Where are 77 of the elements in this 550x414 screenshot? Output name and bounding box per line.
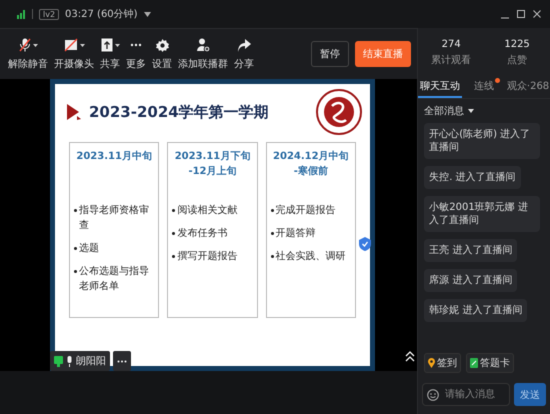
bullet-icon <box>270 255 274 258</box>
bullet-icon <box>74 270 77 273</box>
stat-label: 累计观看 <box>431 54 472 67</box>
more-icon <box>117 360 127 362</box>
bullet-icon <box>172 209 176 212</box>
task-item: 公布选题与指导老师名单 <box>79 264 150 294</box>
card-heading: 2024.12月中旬 <box>273 150 349 164</box>
mic-tool-button[interactable]: 解除静音 <box>8 38 48 70</box>
more-button[interactable] <box>113 351 131 371</box>
caret-icon[interactable] <box>468 109 474 113</box>
card-heading: -12月上旬 <box>188 164 237 179</box>
stat-value: 274 <box>442 39 461 50</box>
camera-tool-button[interactable]: 开摄像头 <box>54 38 94 70</box>
answer-card-button[interactable]: 答题卡 <box>466 353 514 373</box>
bullet-icon <box>74 209 77 212</box>
panel-tab[interactable]: 观众·268 <box>506 78 550 98</box>
message-filter[interactable]: 全部消息 <box>424 104 464 118</box>
camera-off-icon <box>64 38 78 52</box>
chat-message: 开心心(陈老师) 进入了直播间 <box>424 123 540 159</box>
presenter-name: 朗阳阳 <box>76 354 106 368</box>
maximize-icon[interactable] <box>516 9 526 19</box>
live-duration: 03:27 (60分钟) <box>65 8 138 21</box>
card-heading: -寒假前 <box>294 164 328 179</box>
share-screen-tool-button[interactable]: 共享 <box>100 38 120 70</box>
task-item: 阅读相关文献 <box>177 204 238 218</box>
checkin-button[interactable]: 签到 <box>424 353 462 373</box>
send-button[interactable]: 发送 <box>514 383 546 406</box>
slide-title: 2023-2024学年第一学期 <box>89 102 269 122</box>
more-icon <box>130 43 142 47</box>
card-icon <box>470 358 478 368</box>
panel-tab[interactable]: 连线 <box>462 78 506 98</box>
signal-icon <box>16 9 26 19</box>
upload-screen-icon <box>100 38 112 52</box>
double-chevron-up-icon[interactable] <box>405 351 415 362</box>
bullet-icon <box>74 247 77 250</box>
chat-message: 小敏2001班郭元娜 进入了直播间 <box>424 196 540 232</box>
logo-icon <box>316 89 362 135</box>
stat-value: 1225 <box>504 39 530 50</box>
task-item: 开题答辩 <box>276 226 316 241</box>
stat-label: 点赞 <box>507 54 528 67</box>
bullet-icon <box>172 255 176 258</box>
share-arrow-icon <box>238 38 250 52</box>
chat-message: 失控. 进入了直播间 <box>424 166 521 189</box>
task-item: 社会实践、调研 <box>276 250 346 264</box>
muted-microphone-icon <box>18 38 30 52</box>
task-item: 发布任务书 <box>177 226 228 241</box>
close-icon[interactable] <box>532 9 542 19</box>
more-tool-button[interactable]: 更多 <box>126 38 146 70</box>
chat-message: 席源 进入了直播间 <box>424 269 518 292</box>
task-item: 指导老师资格审查 <box>79 204 150 233</box>
microphone-icon <box>66 356 73 366</box>
settings-icon <box>156 38 168 52</box>
chat-message: 韩珍妮 进入了直播间 <box>424 299 528 322</box>
settings-tool-button[interactable]: 设置 <box>152 38 172 70</box>
pause-button[interactable]: 暂停 <box>311 41 350 67</box>
chat-message: 王亮 进入了直播间 <box>424 239 518 262</box>
add-person-icon <box>196 38 210 52</box>
emoji-icon[interactable] <box>427 388 440 400</box>
shield-icon[interactable] <box>359 237 371 251</box>
level-badge: lv2 <box>39 8 60 20</box>
triangle-icon <box>67 104 81 120</box>
panel-tab[interactable]: 聊天互动 <box>418 78 462 98</box>
message-field[interactable]: 请输入消息 <box>422 383 510 406</box>
card-heading: 2023.11月中旬 <box>76 150 152 164</box>
bullet-icon <box>270 209 274 212</box>
bullet-icon <box>172 232 176 235</box>
card-heading: 2023.11月下旬 <box>174 150 250 164</box>
screen-share-icon <box>54 356 63 366</box>
caret-icon[interactable] <box>144 12 151 16</box>
message-input[interactable]: 请输入消息 <box>443 388 505 401</box>
location-pin-icon <box>428 358 436 368</box>
bullet-icon <box>270 232 274 235</box>
group-tool-button[interactable]: 添加联播群 <box>178 38 228 70</box>
share-tool-button[interactable]: 分享 <box>234 38 254 70</box>
task-item: 完成开题报告 <box>276 204 336 218</box>
task-item: 撰写开题报告 <box>177 250 238 264</box>
task-item: 选题 <box>79 242 99 256</box>
